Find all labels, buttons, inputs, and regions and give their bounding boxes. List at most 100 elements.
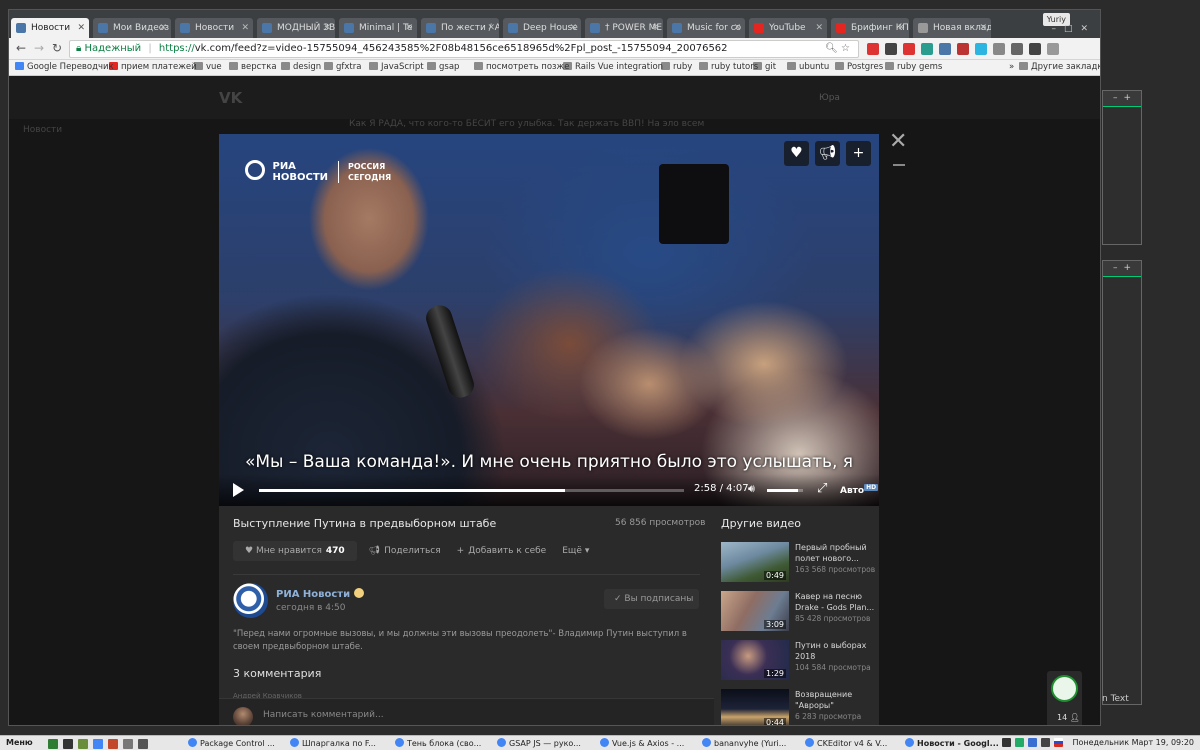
add-to-my-videos-button[interactable]: + Добавить к себе: [457, 546, 547, 556]
tab-close-icon[interactable]: ✕: [487, 18, 495, 38]
menu-icon[interactable]: [1047, 43, 1059, 55]
bookmark-item[interactable]: JavaScript: [369, 62, 424, 72]
files-icon[interactable]: [78, 739, 88, 749]
author-avatar[interactable]: [233, 583, 268, 618]
forward-icon[interactable]: →: [31, 41, 47, 55]
tab-11[interactable]: Новая вкладка✕: [913, 18, 991, 38]
tab-close-icon[interactable]: ✕: [733, 18, 741, 38]
share-button[interactable]: 📢︎ Поделиться: [369, 546, 441, 556]
app-icon[interactable]: [138, 739, 148, 749]
related-video-title[interactable]: Возвращение "Авроры": [795, 689, 881, 711]
tab-7[interactable]: † POWER ME ✕: [585, 18, 663, 38]
back-icon[interactable]: ←: [13, 41, 29, 55]
related-video-item[interactable]: 3:09 Кавер на песню Drake - Gods Plan... 8…: [721, 591, 881, 631]
tab-6[interactable]: Deep House ✕: [503, 18, 581, 38]
clock[interactable]: Понедельник Март 19, 09:20: [1072, 738, 1194, 747]
extension-icon[interactable]: [957, 43, 969, 55]
app-icon[interactable]: [123, 739, 133, 749]
sublime-icon[interactable]: [108, 739, 118, 749]
tab-4[interactable]: Minimal | Te ✕: [339, 18, 417, 38]
comment-input[interactable]: Написать комментарий...: [263, 710, 384, 720]
bookmark-item[interactable]: ubuntu: [787, 62, 829, 72]
tab-close-icon[interactable]: ✕: [897, 18, 905, 38]
bookmark-item[interactable]: gfxtra: [324, 62, 361, 72]
close-icon[interactable]: ✕: [889, 131, 907, 153]
tray-icon[interactable]: [1002, 738, 1011, 747]
start-menu-button[interactable]: Меню: [6, 738, 33, 747]
tab-2[interactable]: Новости ✕: [175, 18, 253, 38]
extension-icon[interactable]: [903, 43, 915, 55]
bookmark-item[interactable]: ruby: [661, 62, 692, 72]
tab-close-icon[interactable]: ✕: [979, 18, 987, 38]
extension-icon[interactable]: [867, 43, 879, 55]
chat-widget[interactable]: 14 👤︎: [1047, 671, 1082, 725]
taskbar-task[interactable]: bananvyhe (Yuri...: [702, 738, 798, 748]
chrome-icon[interactable]: [93, 739, 103, 749]
bookmark-item[interactable]: посмотреть позже: [474, 62, 569, 72]
network-icon[interactable]: [1015, 738, 1024, 747]
keyboard-layout-flag-icon[interactable]: [1054, 738, 1063, 747]
tab-close-icon[interactable]: ✕: [159, 18, 167, 38]
related-video-item[interactable]: 0:49 Первый пробный полет нового... 163 56…: [721, 542, 881, 582]
taskbar-task[interactable]: Шпаргалка по F...: [290, 738, 386, 748]
background-window[interactable]: –+: [1102, 260, 1142, 705]
play-icon[interactable]: [233, 483, 244, 497]
tab-1[interactable]: Мои Видеоз ✕: [93, 18, 171, 38]
add-plus-icon[interactable]: +: [846, 141, 871, 166]
desktop-icon[interactable]: [48, 739, 58, 749]
tab-close-icon[interactable]: ✕: [815, 18, 823, 38]
tab-close-icon[interactable]: ✕: [323, 18, 331, 38]
taskbar-task[interactable]: GSAP JS — руко...: [497, 738, 593, 748]
progress-bar[interactable]: [259, 489, 684, 492]
taskbar-task[interactable]: Новости - Googl...: [905, 738, 1001, 748]
tab-10[interactable]: Брифинг КП ✕: [831, 18, 909, 38]
background-window[interactable]: –+: [1102, 90, 1142, 245]
bookmark-star-icon[interactable]: ☆: [841, 43, 850, 54]
post-time[interactable]: сегодня в 4:50: [276, 603, 345, 613]
tab-close-icon[interactable]: ✕: [569, 18, 577, 38]
vk-user-menu[interactable]: Юра: [819, 93, 840, 103]
volume-slider[interactable]: [767, 489, 803, 492]
like-button[interactable]: ♥ Мне нравится 470: [233, 541, 357, 561]
terminal-icon[interactable]: [63, 739, 73, 749]
bookmark-item[interactable]: gsap: [427, 62, 459, 72]
tab-5[interactable]: По жести / А ✕: [421, 18, 499, 38]
tab-8[interactable]: Music for co ✕: [667, 18, 745, 38]
bookmark-item[interactable]: ruby tutors: [699, 62, 758, 72]
tab-close-icon[interactable]: ✕: [405, 18, 413, 38]
bookmarks-overflow[interactable]: »: [1009, 62, 1014, 72]
related-video-thumbnail[interactable]: 0:44: [721, 689, 789, 725]
bluetooth-icon[interactable]: [1028, 738, 1037, 747]
bookmark-item[interactable]: прием платежей: [109, 62, 197, 72]
minimize-icon[interactable]: [893, 164, 905, 166]
tab-0[interactable]: Новости ✕: [11, 18, 89, 38]
author-name[interactable]: РИА Новости: [276, 588, 365, 600]
bookmark-item[interactable]: верстка: [229, 62, 277, 72]
bookmark-item[interactable]: Rails Vue integration: [563, 62, 663, 72]
related-video-item[interactable]: 0:44 Возвращение "Авроры" 6 283 просмотра: [721, 689, 881, 725]
taskbar-task[interactable]: CKEditor v4 & V...: [805, 738, 901, 748]
tab-3[interactable]: МОДНЫЙ ЗВ ✕: [257, 18, 335, 38]
tab-close-icon[interactable]: ✕: [651, 18, 659, 38]
taskbar-task[interactable]: Тень блока (сво...: [395, 738, 491, 748]
extension-icon[interactable]: [921, 43, 933, 55]
tab-close-icon[interactable]: ✕: [77, 18, 85, 38]
like-heart-icon[interactable]: ♥: [784, 141, 809, 166]
related-video-title[interactable]: Первый пробный полет нового...: [795, 542, 881, 564]
extension-icon[interactable]: [885, 43, 897, 55]
fullscreen-icon[interactable]: ⤢: [817, 481, 827, 496]
share-megaphone-icon[interactable]: 📢︎: [815, 141, 840, 166]
bookmark-item[interactable]: design: [281, 62, 321, 72]
extension-icon[interactable]: [939, 43, 951, 55]
zoom-icon[interactable]: 🔍︎: [825, 43, 838, 54]
bookmark-item[interactable]: vue: [194, 62, 222, 72]
subscribed-button[interactable]: ✓ Вы подписаны: [604, 589, 699, 609]
side-menu-news[interactable]: Новости: [23, 125, 62, 135]
bookmark-item[interactable]: Google Переводчик: [15, 62, 114, 72]
related-video-title[interactable]: Кавер на песню Drake - Gods Plan...: [795, 591, 881, 613]
related-video-title[interactable]: Путин о выборах 2018: [795, 640, 881, 662]
related-video-thumbnail[interactable]: 0:49: [721, 542, 789, 582]
window-controls[interactable]: –□✕: [1051, 24, 1096, 34]
more-button[interactable]: Ещё ▾: [562, 546, 589, 556]
taskbar-task[interactable]: Package Control ...: [188, 738, 284, 748]
